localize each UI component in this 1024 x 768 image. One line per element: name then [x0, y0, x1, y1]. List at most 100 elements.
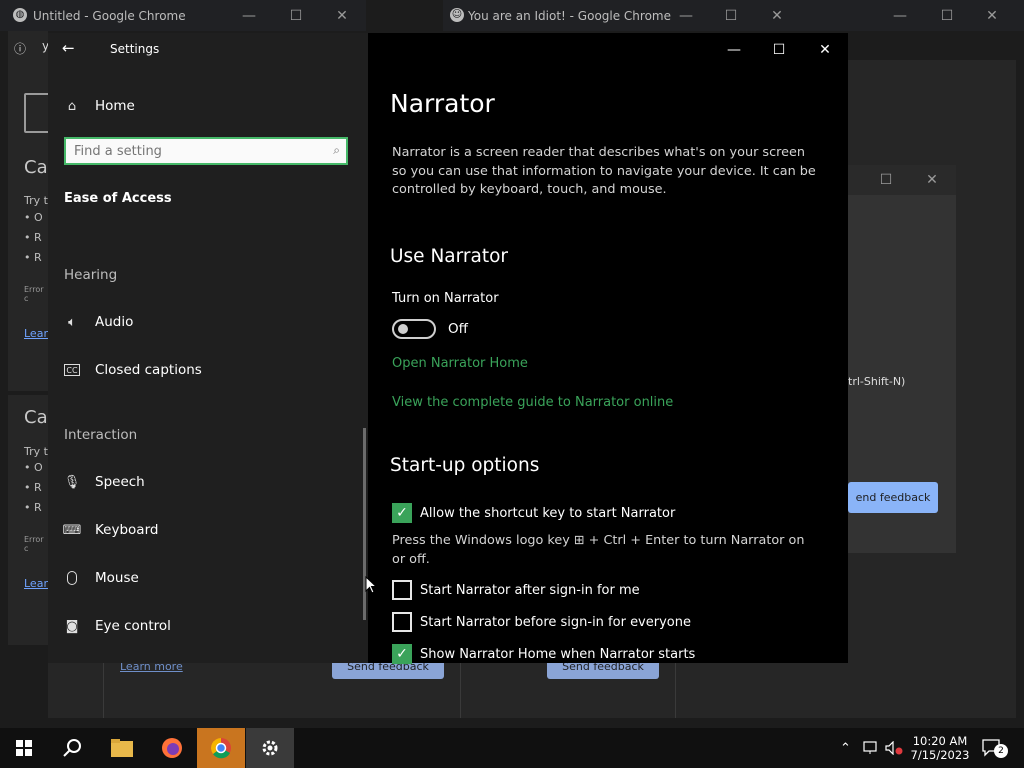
speaker-muted-icon	[885, 741, 903, 755]
close-icon[interactable]: ✕	[331, 6, 353, 26]
clock[interactable]: 10:20 AM 7/15/2023	[907, 728, 973, 768]
maximize-icon[interactable]: ☐	[875, 170, 897, 190]
bg-bullet-text: O	[34, 461, 43, 474]
close-icon[interactable]: ✕	[921, 170, 943, 190]
eye-control-icon: ◙	[65, 618, 79, 634]
bg-text-snippet: Try t	[24, 445, 48, 458]
volume-muted-icon[interactable]	[885, 728, 903, 768]
close-icon[interactable]: ✕	[766, 6, 788, 26]
maximize-icon[interactable]: ☐	[936, 6, 958, 26]
nav-home[interactable]: ⌂ Home	[64, 93, 135, 119]
bg-error-code: Error c	[24, 285, 44, 303]
close-icon[interactable]: ✕	[811, 41, 839, 59]
bg-heading: Ca	[24, 407, 48, 428]
smiley-icon: ☺	[450, 8, 464, 22]
bg-bullet: • R	[24, 501, 42, 514]
cc-icon: CC	[64, 364, 80, 376]
settings-sidebar: ← Settings ⌂ Home ⌕ Ease of Access Heari…	[48, 33, 368, 663]
minimize-icon[interactable]: —	[720, 41, 748, 59]
bg-bottom-strip: Learn more Send feedback Send feedback	[48, 660, 1016, 718]
bg-shortcut-text: trl-Shift-N)	[848, 375, 906, 388]
bg-send-feedback-button[interactable]: end feedback	[848, 482, 938, 513]
checkbox-unchecked[interactable]	[392, 612, 412, 632]
bg-dialog-titlebar: ☐ ✕	[848, 165, 956, 195]
open-narrator-home-link[interactable]: Open Narrator Home	[392, 356, 528, 371]
minimize-icon[interactable]: —	[889, 6, 911, 26]
windows-start-icon[interactable]	[0, 728, 48, 768]
sidebar-item-audio[interactable]: 🔈︎ Audio	[64, 309, 133, 335]
keyboard-icon: ⌨	[62, 522, 82, 538]
bg-dialog: ☐ ✕ trl-Shift-N) end feedback	[848, 165, 956, 553]
close-icon[interactable]: ✕	[981, 6, 1003, 26]
bg-window-left-body-2: Ca Try t • O • R • R Error c Lear	[8, 395, 48, 645]
divider	[460, 660, 461, 718]
bg-bullet-text: R	[34, 501, 42, 514]
file-explorer-icon[interactable]	[98, 728, 146, 768]
chrome-logo-icon	[211, 738, 231, 759]
bg-learn-more-link[interactable]: Lear	[24, 577, 48, 590]
bg-chrome-window-left-titlebar[interactable]: ◍ Untitled - Google Chrome — ☐ ✕	[0, 0, 366, 31]
speaker-icon: 🔈︎	[68, 314, 76, 330]
magnifier-icon	[63, 739, 81, 757]
back-arrow-icon[interactable]: ←	[62, 39, 75, 57]
search-box[interactable]: ⌕	[64, 137, 348, 165]
maximize-icon[interactable]: ☐	[765, 41, 793, 59]
sidebar-item-keyboard[interactable]: ⌨ Keyboard	[62, 517, 159, 543]
home-icon: ⌂	[67, 98, 77, 114]
bg-chrome-window-right-titlebar[interactable]: ☺ You are an Idiot! - Google Chrome — ☐ …	[443, 0, 1024, 31]
bg-window-left-title: Untitled - Google Chrome	[33, 9, 186, 23]
option-start-after-signin[interactable]: Start Narrator after sign-in for me	[392, 580, 640, 600]
search-input[interactable]	[66, 139, 314, 163]
sidebar-item-speech[interactable]: 🎙︎ Speech	[64, 469, 145, 495]
search-icon[interactable]	[48, 728, 96, 768]
bg-bullet: • O	[24, 211, 43, 224]
taskbar: ⌃ 10:20 AM 7/15/2023 2	[0, 728, 1024, 768]
shortcut-help-text: Press the Windows logo key ⊞ + Ctrl + En…	[392, 533, 805, 567]
narrator-toggle[interactable]	[392, 319, 436, 339]
globe-icon: ◍	[13, 8, 27, 22]
option-show-narrator-home[interactable]: ✓ Show Narrator Home when Narrator start…	[392, 644, 695, 664]
microphone-icon: 🎙︎	[63, 474, 81, 490]
maximize-icon[interactable]: ☐	[720, 6, 742, 26]
tray-chevron-icon[interactable]: ⌃	[840, 728, 851, 768]
minimize-icon[interactable]: —	[238, 6, 260, 26]
bg-window-left-body: ⓘ y Ca Try t • O • R • R Error c Lear	[8, 31, 50, 391]
maximize-icon[interactable]: ☐	[285, 6, 307, 26]
sad-page-icon	[24, 93, 50, 133]
page-title: Narrator	[390, 89, 495, 118]
option-label: Start Narrator before sign-in for everyo…	[420, 614, 691, 630]
option-shortcut-key[interactable]: ✓ Allow the shortcut key to start Narrat…	[392, 503, 675, 523]
sidebar-item-closed-captions[interactable]: CC Closed captions	[64, 357, 202, 383]
bg-window-right-title: You are an Idiot! - Google Chrome	[468, 9, 671, 23]
toggle-label: Turn on Narrator	[392, 291, 499, 306]
toggle-knob	[398, 324, 408, 334]
clock-date: 7/15/2023	[910, 748, 970, 762]
firefox-icon[interactable]	[148, 728, 196, 768]
minimize-icon[interactable]: —	[675, 6, 697, 26]
divider	[103, 660, 104, 718]
checkbox-unchecked[interactable]	[392, 580, 412, 600]
bg-error-code: Error c	[24, 535, 44, 553]
bg-bullet-text: R	[34, 481, 42, 494]
notification-center-icon[interactable]: 2	[982, 728, 1008, 768]
narrator-page: — ☐ ✕ Narrator Narrator is a screen read…	[368, 33, 848, 664]
option-start-before-signin[interactable]: Start Narrator before sign-in for everyo…	[392, 612, 691, 632]
sidebar-item-eye-control[interactable]: ◙ Eye control	[64, 613, 171, 639]
bg-learn-more-link[interactable]: Lear	[24, 327, 48, 340]
option-label: Start Narrator after sign-in for me	[420, 582, 640, 598]
startup-options-heading: Start-up options	[390, 455, 540, 476]
settings-icon[interactable]	[246, 728, 294, 768]
bg-bullet-text: R	[34, 251, 42, 264]
checkbox-checked[interactable]: ✓	[392, 644, 412, 664]
bg-heading: Ca	[24, 157, 48, 178]
narrator-guide-link[interactable]: View the complete guide to Narrator onli…	[392, 395, 673, 410]
network-icon[interactable]	[862, 728, 878, 768]
option-label: Show Narrator Home when Narrator starts	[420, 646, 696, 662]
search-icon[interactable]: ⌕	[333, 143, 340, 158]
sidebar-item-mouse[interactable]: Mouse	[64, 565, 139, 591]
bg-bullet: • O	[24, 461, 43, 474]
checkbox-checked[interactable]: ✓	[392, 503, 412, 523]
chrome-icon[interactable]	[197, 728, 245, 768]
network-monitor-icon	[863, 741, 877, 754]
settings-title: Settings	[110, 42, 160, 56]
